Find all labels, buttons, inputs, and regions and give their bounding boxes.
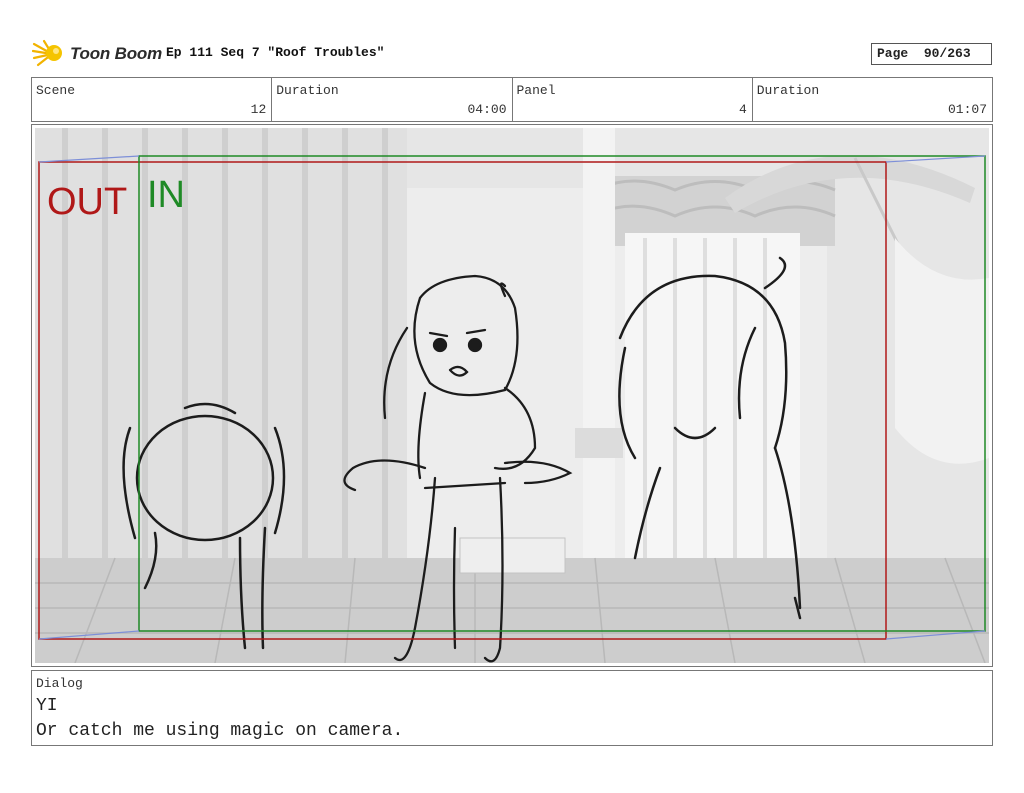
pillar [583, 128, 615, 568]
tiled-floor [35, 558, 989, 663]
panel-duration-label: Duration [756, 83, 820, 98]
dialog-line: Or catch me using magic on camera. [36, 721, 404, 741]
dialog-label: Dialog [36, 676, 83, 691]
storyboard-title: Ep 111 Seq 7 "Roof Troubles" [166, 45, 385, 60]
page-value: 90/263 [923, 46, 971, 61]
storyboard-panel: OUT IN [31, 124, 993, 667]
panel-value: 4 [738, 102, 747, 117]
dialog-speaker: YI [36, 696, 58, 716]
panel-cell: Panel 4 [513, 78, 753, 121]
panel-duration-value: 01:07 [947, 102, 987, 117]
page-label: Page [877, 46, 909, 61]
toon-boom-logo: Toon Boom [32, 38, 162, 70]
panel-drawing: OUT IN [35, 128, 989, 663]
panel-label: Panel [516, 83, 556, 98]
book-stack [459, 537, 566, 574]
scene-label: Scene [36, 83, 76, 98]
page-indicator: Page 90/263 [871, 43, 992, 65]
panel-duration-cell: Duration 01:07 [753, 78, 992, 121]
scene-duration-cell: Duration 04:00 [272, 78, 513, 121]
curtain-right [625, 233, 800, 578]
scene-value: 12 [250, 102, 267, 117]
in-label: IN [147, 174, 185, 216]
out-label: OUT [47, 181, 127, 223]
scene-cell: Scene 12 [32, 78, 273, 121]
scene-duration-value: 04:00 [467, 102, 507, 117]
scene-duration-label: Duration [276, 83, 339, 98]
dialog-box: Dialog YI Or catch me using magic on cam… [31, 670, 993, 746]
starburst-icon [32, 39, 62, 67]
logo-text: Toon Boom [70, 44, 162, 63]
scene-info-row: Scene 12 Duration 04:00 Panel 4 Duration… [31, 77, 993, 122]
